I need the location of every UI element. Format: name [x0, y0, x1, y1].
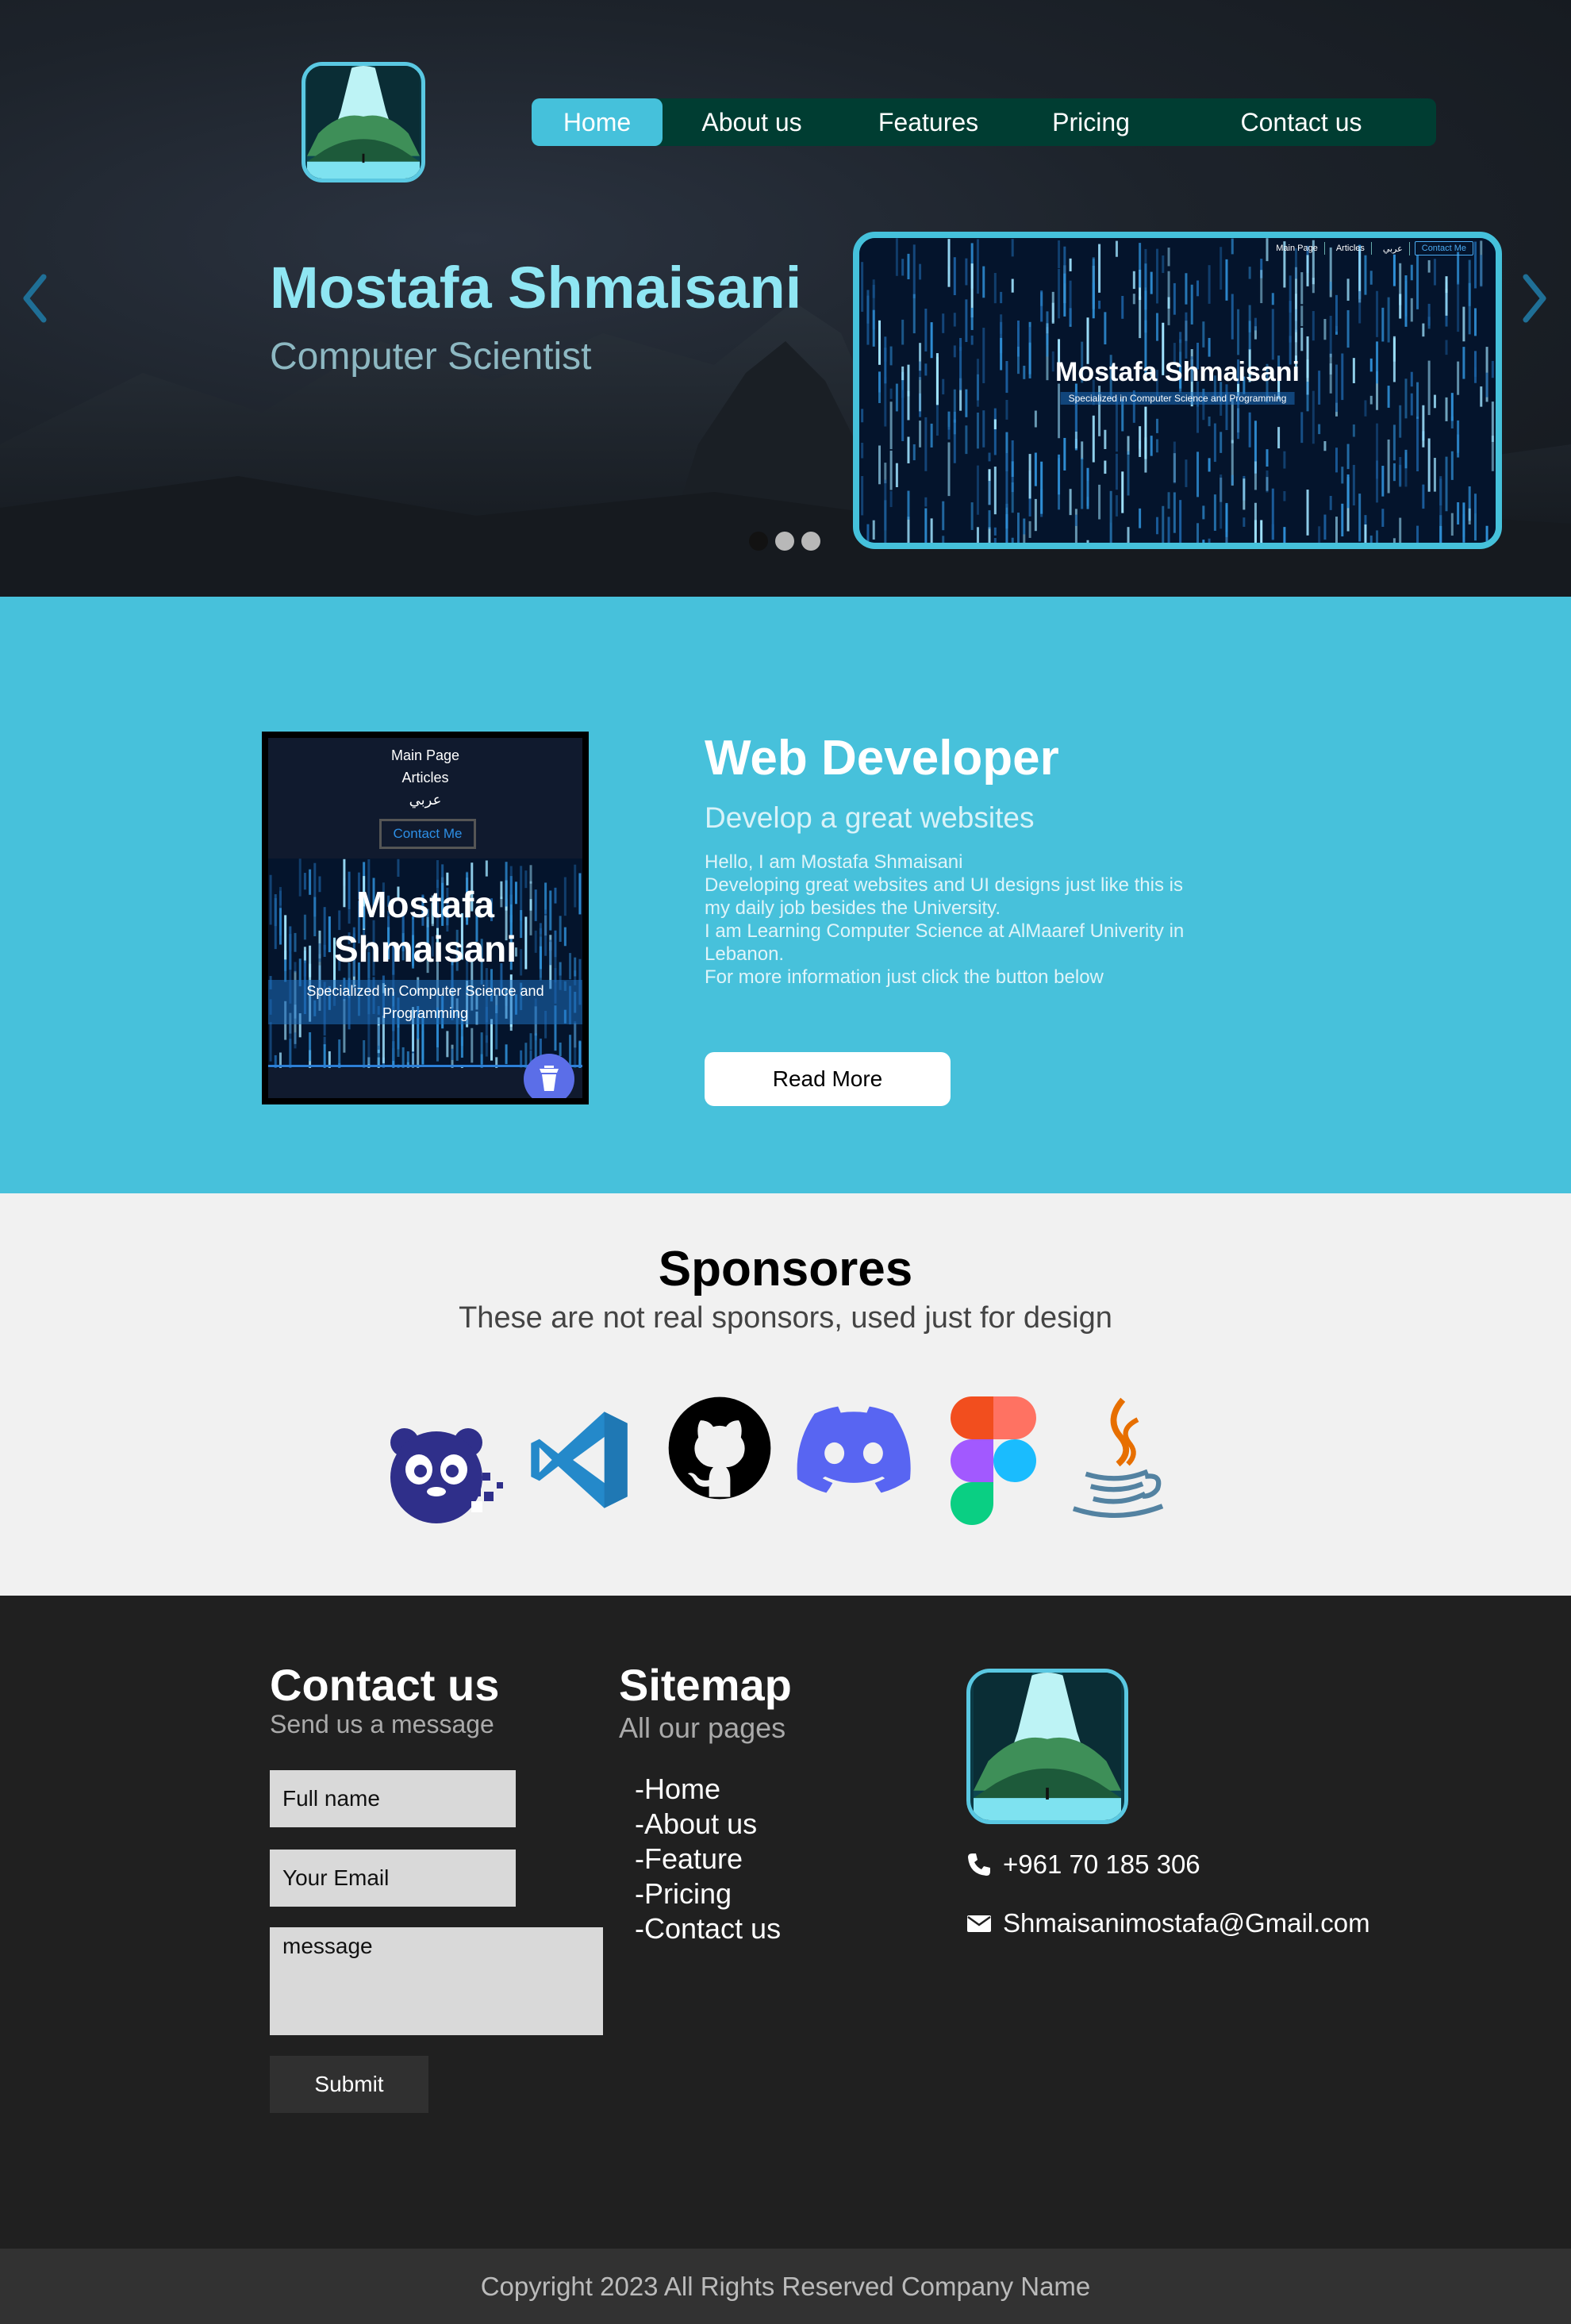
phone-contact-button: Contact Me — [379, 819, 476, 849]
phone-link-articles: Articles — [401, 770, 449, 786]
envelope-icon — [967, 1915, 991, 1932]
hero-preview-image: Main Page Articles عربي Contact Me Mosta… — [853, 232, 1502, 549]
preview-subtitle: Specialized in Computer Science and Prog… — [1060, 392, 1295, 405]
message-textarea[interactable] — [270, 1927, 603, 2035]
email-input[interactable] — [270, 1850, 516, 1907]
sponsors-title: Sponsores — [658, 1242, 913, 1296]
phone-title: Mostafa Shmaisani — [333, 884, 517, 970]
nav-item-pricing[interactable]: Pricing — [1016, 98, 1166, 146]
nav-item-features[interactable]: Features — [841, 98, 1016, 146]
footer-contact-subtitle: Send us a message — [270, 1710, 494, 1738]
github-icon — [666, 1395, 773, 1501]
sitemap-links: -Home -About us -Feature -Pricing -Conta… — [635, 1772, 781, 1946]
submit-button[interactable]: Submit — [270, 2056, 428, 2113]
full-name-input[interactable] — [270, 1770, 516, 1827]
vscode-icon — [527, 1408, 632, 1512]
panda-icon — [386, 1416, 505, 1527]
hero-title: Mostafa Shmaisani — [270, 255, 802, 321]
sitemap-link-about[interactable]: -About us — [635, 1807, 781, 1842]
sitemap-link-home[interactable]: -Home — [635, 1772, 781, 1807]
preview-nav-contact: Contact Me — [1414, 241, 1473, 255]
webdev-line-1: Hello, I am Mostafa Shmaisani — [705, 851, 963, 873]
web-developer-section: Main Page Articles عربي Contact Me Mosta… — [0, 597, 1571, 1193]
nav-item-home[interactable]: Home — [532, 98, 663, 146]
copyright-bar: Copyright 2023 All Rights Reserved Compa… — [0, 2249, 1571, 2324]
footer-sitemap-title: Sitemap — [619, 1660, 792, 1710]
sitemap-link-pricing[interactable]: -Pricing — [635, 1876, 781, 1911]
phone-subtitle: Specialized in Computer Science and Prog… — [268, 980, 582, 1024]
matrix-code-background — [859, 238, 1496, 543]
carousel-next-button[interactable] — [1515, 268, 1555, 328]
read-more-button[interactable]: Read More — [705, 1052, 951, 1106]
site-logo[interactable] — [302, 62, 425, 182]
preview-nav-main: Main Page — [1269, 242, 1325, 255]
footer-phone-number: +961 70 185 306 — [1003, 1850, 1200, 1879]
hero-section: Home About us Features Pricing Contact u… — [0, 0, 1571, 597]
footer-sitemap-subtitle: All our pages — [619, 1711, 786, 1744]
preview-nav-articles: Articles — [1330, 242, 1372, 255]
webdev-subtitle: Develop a great websites — [705, 801, 1035, 834]
cave-logo-icon — [307, 66, 420, 179]
carousel-dot-3[interactable] — [801, 532, 820, 551]
chevron-right-icon — [1523, 274, 1546, 323]
cave-logo-icon — [974, 1673, 1121, 1820]
chevron-left-icon — [23, 274, 47, 323]
webdev-line-4: For more information just click the butt… — [705, 966, 1104, 988]
sitemap-link-contact[interactable]: -Contact us — [635, 1911, 781, 1946]
figma-icon — [951, 1396, 1036, 1525]
webdev-line-3: I am Learning Computer Science at AlMaar… — [705, 920, 1185, 965]
preview-title: Mostafa Shmaisani — [1055, 357, 1300, 387]
nav-item-contact[interactable]: Contact us — [1166, 98, 1436, 146]
discord-icon — [797, 1406, 911, 1493]
phone-link-main: Main Page — [390, 747, 460, 763]
footer-email-address: Shmaisanimostafa@Gmail.com — [1003, 1908, 1370, 1938]
carousel-prev-button[interactable] — [14, 268, 54, 328]
phone-mockup-image: Main Page Articles عربي Contact Me Mosta… — [262, 732, 589, 1104]
footer-email: Shmaisanimostafa@Gmail.com — [966, 1908, 1370, 1938]
phone-icon — [968, 1853, 990, 1876]
main-nav: Home About us Features Pricing Contact u… — [532, 98, 1436, 146]
carousel-dot-2[interactable] — [775, 532, 794, 551]
webdev-line-2: Developing great websites and UI designs… — [705, 874, 1183, 919]
coffee-cup-icon — [540, 1066, 559, 1091]
sponsors-section: Sponsores These are not real sponsors, u… — [0, 1193, 1571, 1596]
footer: Contact us Send us a message Submit Site… — [0, 1596, 1571, 2249]
hero-subtitle: Computer Scientist — [270, 336, 592, 378]
preview-nav-arabic: عربي — [1377, 241, 1410, 255]
footer-logo — [966, 1669, 1128, 1824]
sitemap-link-feature[interactable]: -Feature — [635, 1842, 781, 1876]
java-icon — [1068, 1395, 1168, 1523]
preview-nav: Main Page Articles عربي Contact Me — [1269, 241, 1473, 255]
sponsors-subtitle: These are not real sponsors, used just f… — [459, 1301, 1112, 1335]
carousel-dot-1[interactable] — [749, 532, 768, 551]
phone-link-arabic: عربي — [409, 792, 442, 808]
footer-contact-title: Contact us — [270, 1660, 500, 1710]
webdev-description: Hello, I am Mostafa Shmaisani Developing… — [705, 851, 1212, 989]
phone-coffee-button — [524, 1054, 574, 1098]
carousel-dots — [749, 532, 820, 551]
nav-item-about[interactable]: About us — [663, 98, 841, 146]
footer-phone: +961 70 185 306 — [966, 1850, 1200, 1880]
webdev-title: Web Developer — [705, 731, 1059, 786]
